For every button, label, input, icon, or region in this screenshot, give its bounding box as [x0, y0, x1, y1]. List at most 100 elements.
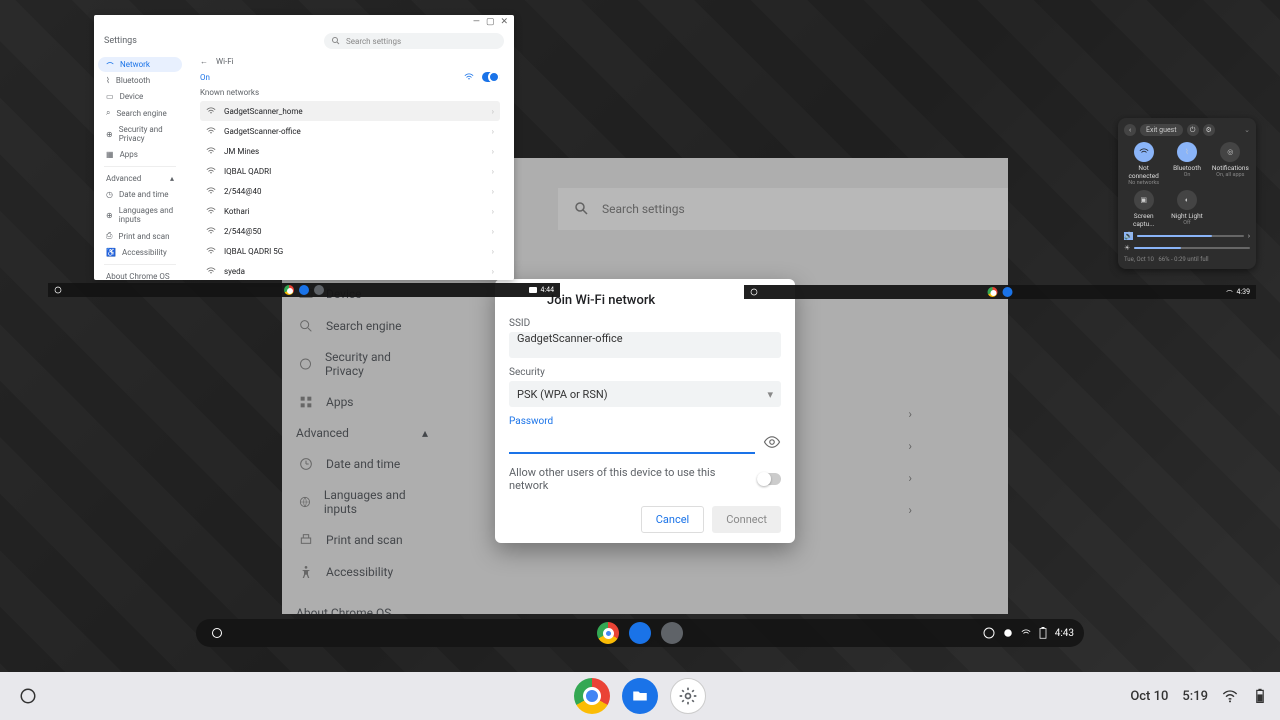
- system-tray[interactable]: Oct 10 5:19: [1130, 688, 1268, 704]
- cancel-button[interactable]: Cancel: [641, 506, 704, 533]
- app-title: Settings: [104, 36, 137, 46]
- nav-print[interactable]: ⎙Print and scan: [98, 228, 182, 244]
- nav-a11y[interactable]: ♿Accessibility: [98, 245, 182, 260]
- search-input[interactable]: Search settings: [324, 33, 504, 49]
- wifi-icon: [1226, 289, 1233, 296]
- tl-time: 4:44: [541, 286, 555, 294]
- notification-icon[interactable]: [983, 627, 995, 639]
- close-icon[interactable]: ✕: [500, 17, 508, 27]
- main-shelf: Oct 10 5:19: [0, 672, 1280, 720]
- launcher-icon[interactable]: [206, 622, 228, 644]
- bluetooth-icon: ⌇: [1185, 148, 1188, 156]
- quick-settings-panel[interactable]: ‹ Exit guest ⏻ ⚙ ⌄ Not connectedNo netwo…: [1118, 118, 1256, 269]
- nav-network[interactable]: Network: [98, 57, 182, 72]
- chrome-icon[interactable]: [574, 678, 610, 714]
- password-input[interactable]: [509, 430, 755, 454]
- wifi-network-row[interactable]: JM Mines›: [200, 141, 500, 161]
- files-icon[interactable]: [1003, 287, 1013, 297]
- tl-mini-shelf: 4:44: [48, 283, 560, 297]
- join-wifi-dialog: Join Wi-Fi network SSID GadgetScanner-of…: [495, 279, 795, 543]
- allow-label: Allow other users of this device to use …: [509, 466, 757, 492]
- allow-toggle[interactable]: [757, 473, 781, 485]
- info-icon: [1003, 628, 1013, 638]
- tr-mini-shelf: 4:39: [744, 285, 1256, 299]
- battery-icon: [1039, 627, 1047, 639]
- nav-about[interactable]: About Chrome OS: [98, 269, 182, 280]
- qs-bluetooth[interactable]: ⌇BluetoothOn: [1167, 142, 1206, 186]
- settings-window-thumbnail[interactable]: — ▢ ✕ Settings Search settings Network ⌇…: [94, 15, 514, 280]
- keyboard-icon: [529, 287, 537, 293]
- moon-icon: ◐: [1185, 196, 1189, 204]
- wifi-network-row[interactable]: 2/544@40›: [200, 181, 500, 201]
- power-icon[interactable]: ⏻: [1187, 124, 1199, 136]
- shelf-time: 5:19: [1182, 689, 1208, 704]
- wifi-network-row[interactable]: GadgetScanner_home›: [200, 101, 500, 121]
- tr-time: 4:39: [1237, 288, 1251, 296]
- gear-icon[interactable]: ⚙: [1203, 124, 1215, 136]
- security-select[interactable]: PSK (WPA or RSN)▾: [509, 381, 781, 407]
- wifi-icon: [1021, 628, 1031, 638]
- shelf-date: Oct 10: [1130, 689, 1168, 704]
- capture-icon: ▣: [1140, 196, 1147, 204]
- brightness-icon: ☀: [1124, 244, 1130, 252]
- bell-icon: ◎: [1227, 148, 1233, 156]
- wifi-icon: [1222, 688, 1238, 704]
- wifi-toggle[interactable]: [482, 72, 500, 82]
- battery-icon: [1252, 688, 1268, 704]
- nav-datetime[interactable]: ◷Date and time: [98, 187, 182, 202]
- chrome-icon[interactable]: [597, 622, 619, 644]
- wifi-network-row[interactable]: GadgetScanner-office›: [200, 121, 500, 141]
- ssid-field[interactable]: GadgetScanner-office: [509, 332, 781, 358]
- volume-icon: 🔊: [1124, 232, 1133, 240]
- launcher-icon[interactable]: [54, 286, 62, 294]
- sidebar: Network ⌇Bluetooth ▭Device ⌕Search engin…: [94, 53, 186, 280]
- settings-icon[interactable]: [314, 285, 324, 295]
- wifi-network-row[interactable]: syeda›: [200, 261, 500, 280]
- wifi-network-row[interactable]: IQBAL QADRI 5G›: [200, 241, 500, 261]
- security-label: Security: [509, 367, 781, 378]
- breadcrumb[interactable]: ←Wi-Fi: [200, 57, 500, 66]
- settings-icon[interactable]: [661, 622, 683, 644]
- titlebar: — ▢ ✕: [94, 15, 514, 29]
- exit-guest-button[interactable]: Exit guest: [1140, 124, 1183, 136]
- qs-notifications[interactable]: ◎NotificationsOn, all apps: [1211, 142, 1250, 186]
- nav-apps[interactable]: ▦Apps: [98, 147, 182, 162]
- maximize-icon[interactable]: ▢: [486, 17, 495, 27]
- chevron-down-icon[interactable]: ⌄: [1244, 126, 1250, 134]
- wifi-status-icon: [464, 72, 474, 82]
- launcher-button[interactable]: [12, 680, 44, 712]
- qs-wifi[interactable]: Not connectedNo networks: [1124, 142, 1163, 186]
- qs-nightlight[interactable]: ◐Night LightOff: [1167, 190, 1206, 228]
- settings-icon[interactable]: [670, 678, 706, 714]
- search-icon: [332, 37, 340, 45]
- password-label: Password: [509, 416, 781, 427]
- launcher-icon[interactable]: [750, 288, 758, 296]
- wifi-network-row[interactable]: 2/544@50›: [200, 221, 500, 241]
- nav-advanced[interactable]: Advanced▴: [98, 171, 182, 186]
- files-icon[interactable]: [629, 622, 651, 644]
- chrome-icon[interactable]: [284, 285, 294, 295]
- eye-icon[interactable]: [763, 433, 781, 451]
- files-icon[interactable]: [299, 285, 309, 295]
- nav-bluetooth[interactable]: ⌇Bluetooth: [98, 73, 182, 88]
- nav-search[interactable]: ⌕Search engine: [98, 105, 182, 121]
- minimize-icon[interactable]: —: [473, 17, 480, 27]
- qs-capture[interactable]: ▣Screen captu...: [1124, 190, 1163, 228]
- known-networks-header: Known networks: [200, 88, 500, 97]
- wifi-network-row[interactable]: Kothari›: [200, 201, 500, 221]
- mid-preview-shelf: 4:43: [196, 619, 1084, 647]
- connect-button[interactable]: Connect: [712, 506, 781, 533]
- back-icon[interactable]: ‹: [1124, 124, 1136, 136]
- nav-languages[interactable]: ⊕Languages and inputs: [98, 203, 182, 227]
- files-icon[interactable]: [622, 678, 658, 714]
- wifi-network-row[interactable]: IQBAL QADRI›: [200, 161, 500, 181]
- volume-slider[interactable]: 🔊›: [1124, 232, 1250, 240]
- brightness-slider[interactable]: ☀: [1124, 244, 1250, 252]
- nav-security[interactable]: ⊕Security and Privacy: [98, 122, 182, 146]
- mid-time: 4:43: [1055, 628, 1074, 639]
- chrome-icon[interactable]: [988, 287, 998, 297]
- ssid-label: SSID: [509, 318, 781, 329]
- wifi-icon: [1139, 147, 1149, 157]
- nav-device[interactable]: ▭Device: [98, 89, 182, 104]
- chevron-right-icon[interactable]: ›: [1248, 232, 1250, 240]
